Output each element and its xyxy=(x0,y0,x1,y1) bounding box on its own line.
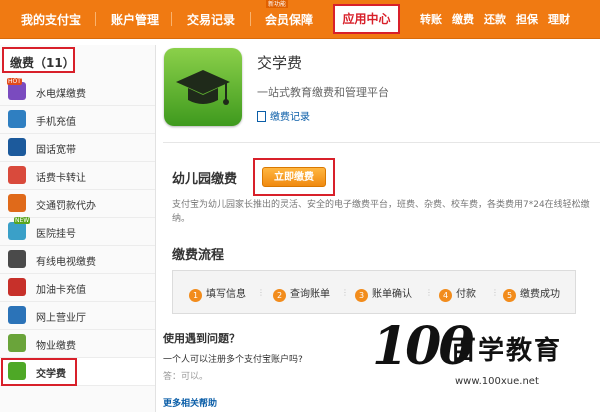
nav-app-center-label: 应用中心 xyxy=(342,12,391,26)
flow-step: 1 填写信息 xyxy=(189,285,246,302)
pay-now-button[interactable]: 立即缴费 xyxy=(262,167,326,187)
nav-member[interactable]: 会员保障 xyxy=(265,11,313,28)
sidebar-item-fuel[interactable]: 加油卡充值 xyxy=(0,274,155,302)
quick-finance[interactable]: 理财 xyxy=(548,11,570,27)
flow-step: 3 账单确认 xyxy=(355,285,412,302)
traffic-icon xyxy=(8,194,26,212)
step-number: 1 xyxy=(189,289,202,302)
sidebar-item-traffic[interactable]: 交通罚款代办 xyxy=(0,190,155,218)
step-number: 3 xyxy=(355,289,368,302)
flow-step: 5 缴费成功 xyxy=(503,285,560,302)
sidebar-item-label: 有线电视缴费 xyxy=(36,257,96,268)
property-icon xyxy=(8,334,26,352)
fuel-icon xyxy=(8,278,26,296)
faq-question[interactable]: 一个人可以注册多个支付宝账户吗? xyxy=(163,352,303,365)
sidebar-item-utility[interactable]: HOT 水电煤缴费 xyxy=(0,78,155,106)
document-icon xyxy=(257,111,266,122)
faq-title: 使用遇到问题？ xyxy=(163,332,240,345)
more-help-link[interactable]: 更多相关帮助 xyxy=(163,396,217,409)
sidebar-item-label: 手机充值 xyxy=(36,117,76,128)
sidebar-item-hospital[interactable]: NEW 医院挂号 xyxy=(0,217,155,246)
quick-transfer[interactable]: 转账 xyxy=(420,11,442,27)
sidebar-item-landline[interactable]: 固话宽带 xyxy=(0,134,155,162)
sidebar-item-hall[interactable]: 网上营业厅 xyxy=(0,302,155,330)
payment-record-label: 缴费记录 xyxy=(270,112,310,123)
step-number: 4 xyxy=(439,289,452,302)
nav-separator xyxy=(250,12,251,26)
top-nav: 我的支付宝 账户管理 交易记录 新功能 会员保障 应用中心 转账 缴费 还款 担… xyxy=(0,0,600,39)
step-label: 填写信息 xyxy=(206,289,246,300)
pay-button-highlight: 立即缴费 xyxy=(253,158,335,196)
phonecard-icon xyxy=(8,166,26,184)
phone-icon xyxy=(8,110,26,128)
step-number: 2 xyxy=(273,289,286,302)
sidebar-item-label: 交通罚款代办 xyxy=(36,201,96,212)
quick-guarantee[interactable]: 担保 xyxy=(516,11,538,27)
landline-icon xyxy=(8,138,26,156)
watermark-url: www.100xue.net xyxy=(455,376,539,387)
nav-transactions[interactable]: 交易记录 xyxy=(187,11,235,28)
step-label: 付款 xyxy=(456,289,476,300)
watermark-brand: 百学教育 xyxy=(450,336,563,366)
step-connector: ⋮ xyxy=(257,288,265,297)
hall-icon xyxy=(8,306,26,324)
selection-highlight xyxy=(1,358,77,386)
sidebar: 缴费（11） HOT 水电煤缴费 手机充值 固话宽带 话费卡转让 交通罚款代办 … xyxy=(0,45,156,412)
step-connector: ⋮ xyxy=(425,288,433,297)
sidebar-item-tv[interactable]: 有线电视缴费 xyxy=(0,246,155,274)
quick-pay[interactable]: 缴费 xyxy=(452,11,474,27)
step-label: 缴费成功 xyxy=(520,289,560,300)
flow-steps: 1 填写信息 ⋮ 2 查询账单 ⋮ 3 账单确认 ⋮ 4 付款 ⋮ 5 缴费成功 xyxy=(172,270,576,314)
nav-account[interactable]: 账户管理 xyxy=(111,11,159,28)
sidebar-header[interactable]: 缴费（11） xyxy=(2,47,75,73)
quick-repay[interactable]: 还款 xyxy=(484,11,506,27)
sidebar-item-label: 医院挂号 xyxy=(36,229,76,240)
step-number: 5 xyxy=(503,289,516,302)
sidebar-item-phone[interactable]: 手机充值 xyxy=(0,106,155,134)
graduation-cap-icon xyxy=(164,48,242,126)
sidebar-item-label: 水电煤缴费 xyxy=(36,89,86,100)
payment-record-link[interactable]: 缴费记录 xyxy=(257,108,310,123)
sidebar-item-label: 话费卡转让 xyxy=(36,173,86,184)
flow-step: 2 查询账单 xyxy=(273,285,330,302)
new-badge: NEW xyxy=(14,217,31,224)
flow-title: 缴费流程 xyxy=(172,248,225,263)
nav-app-center[interactable]: 应用中心 xyxy=(333,4,400,34)
sidebar-header-label: 缴费（11） xyxy=(10,56,75,70)
flow-step: 4 付款 xyxy=(439,285,476,302)
nav-separator xyxy=(171,12,172,26)
divider xyxy=(163,142,600,143)
step-connector: ⋮ xyxy=(341,288,349,297)
sidebar-item-label: 物业缴费 xyxy=(36,341,76,352)
step-connector: ⋮ xyxy=(491,288,499,297)
sidebar-item-property[interactable]: 物业缴费 xyxy=(0,330,155,358)
sidebar-item-tuition[interactable]: 交学费 xyxy=(0,358,155,386)
nav-separator xyxy=(95,12,96,26)
step-label: 账单确认 xyxy=(372,289,412,300)
step-label: 查询账单 xyxy=(290,289,330,300)
new-feature-tag: 新功能 xyxy=(266,0,289,8)
faq-answer: 答：可以。 xyxy=(163,372,209,382)
app-title: 交学费 xyxy=(257,54,303,72)
sidebar-item-label: 网上营业厅 xyxy=(36,313,86,324)
hospital-icon xyxy=(8,222,26,240)
sidebar-item-phonecard[interactable]: 话费卡转让 xyxy=(0,162,155,190)
section-description: 支付宝为幼儿园家长推出的灵活、安全的电子缴费平台，班费、杂费、校车费，各类费用7… xyxy=(172,200,590,224)
nav-my-alipay[interactable]: 我的支付宝 xyxy=(21,11,81,28)
app-subtitle: 一站式教育缴费和管理平台 xyxy=(257,86,389,99)
section-title: 幼儿园缴费 xyxy=(172,172,238,187)
hot-badge: HOT xyxy=(7,78,22,85)
sidebar-item-label: 加油卡充值 xyxy=(36,285,86,296)
sidebar-item-label: 固话宽带 xyxy=(36,145,76,156)
tv-icon xyxy=(8,250,26,268)
